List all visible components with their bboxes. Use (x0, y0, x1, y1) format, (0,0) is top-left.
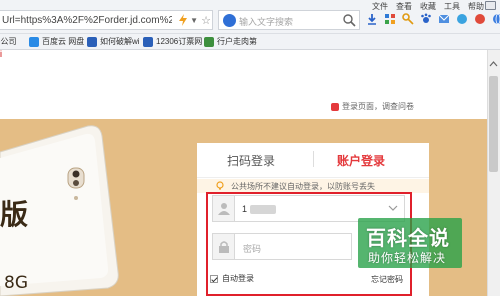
forgot-password-link[interactable]: 忘记密码 (371, 274, 403, 285)
cloud-icon (29, 36, 39, 47)
download-icon[interactable] (366, 13, 378, 25)
menu-tools[interactable]: 工具 (444, 1, 460, 12)
baidu-icon (223, 14, 236, 27)
folder-icon (204, 36, 214, 47)
favorite-item[interactable]: 12306订票网 (143, 36, 202, 47)
notice-text: 公共场所不建议自动登录，以防账号丢失 (231, 182, 375, 191)
menu-bar: 文件 查看 收藏 工具 帮助 (372, 1, 484, 12)
tab-qr-login[interactable]: 扫码登录 (227, 152, 275, 169)
search-icon[interactable] (342, 13, 356, 27)
watermark: 百科全说 助你轻松解决 (352, 218, 462, 270)
favorites-bar: e公司 百度云 网盘 如何破解wi 12306订票网 行户走肉第 (0, 34, 500, 50)
favorite-label: 行户走肉第 (217, 37, 257, 46)
favorite-label: 如何破解wi (100, 37, 140, 46)
favorite-label: e公司 (0, 37, 17, 46)
minimize-icon[interactable] (485, 1, 496, 10)
tab-account-login[interactable]: 账户登录 (337, 152, 385, 169)
login-notice: 公共场所不建议自动登录，以防账号丢失 (197, 179, 429, 193)
scrollbar-thumb[interactable] (489, 76, 498, 172)
favorite-label: 12306订票网 (156, 37, 203, 46)
window-controls (485, 1, 496, 10)
banner-title: 版 (0, 198, 29, 231)
lightbulb-icon (216, 181, 224, 190)
favorite-item[interactable]: e公司 (0, 36, 16, 47)
address-bar[interactable]: Url=https%3A%2F%2Forder.jd.com%2Fco ▼ ☆ (0, 10, 213, 30)
feedback-text: 登录页面，调查问卷 (342, 102, 414, 111)
menu-file[interactable]: 文件 (372, 1, 388, 12)
favorite-item[interactable]: 行户走肉第 (204, 36, 257, 47)
toolbar-icons (366, 13, 500, 25)
banner-spec: 8G (4, 273, 28, 293)
feedback-icon (331, 102, 339, 111)
search-placeholder[interactable]: 输入文字搜索 (239, 15, 293, 28)
favorite-label: 百度云 网盘 (42, 37, 85, 46)
mail-icon[interactable] (438, 13, 450, 25)
chevron-down-icon[interactable]: ▼ (190, 16, 198, 25)
lightning-icon[interactable] (178, 14, 188, 26)
search-box[interactable]: 输入文字搜索 (218, 10, 360, 30)
feedback-link[interactable]: 登录页面，调查问卷 (331, 101, 414, 112)
scroll-up-icon[interactable] (489, 60, 498, 69)
page-header: i (0, 49, 487, 60)
auto-login-option[interactable]: 自动登录 (210, 273, 254, 284)
header-link[interactable]: i (0, 49, 2, 59)
favorite-item[interactable]: 百度云 网盘 (29, 36, 84, 47)
address-text[interactable]: Url=https%3A%2F%2Forder.jd.com%2Fco (2, 15, 172, 26)
menu-favorites[interactable]: 收藏 (420, 1, 436, 12)
site-icon (87, 36, 97, 47)
menu-view[interactable]: 查看 (396, 1, 412, 12)
qq-icon[interactable] (456, 13, 468, 25)
site-icon (143, 36, 153, 47)
watermark-title: 百科全说 (366, 226, 450, 250)
tab-divider (313, 151, 314, 167)
key-icon[interactable] (402, 13, 414, 25)
grid-icon[interactable] (384, 13, 396, 25)
menu-help[interactable]: 帮助 (468, 1, 484, 12)
auto-login-label: 自动登录 (222, 274, 254, 283)
login-tabs: 扫码登录 账户登录 (197, 143, 429, 178)
globe-icon[interactable] (492, 13, 500, 25)
weibo-icon[interactable] (474, 13, 486, 25)
star-icon[interactable]: ☆ (201, 14, 211, 27)
paw-icon[interactable] (420, 13, 432, 25)
browser-toolbar: Url=https%3A%2F%2Forder.jd.com%2Fco ▼ ☆ … (0, 0, 500, 34)
favorite-item[interactable]: 如何破解wi (87, 36, 140, 47)
watermark-subtitle: 助你轻松解决 (368, 251, 447, 265)
auto-login-checkbox[interactable] (210, 274, 218, 283)
